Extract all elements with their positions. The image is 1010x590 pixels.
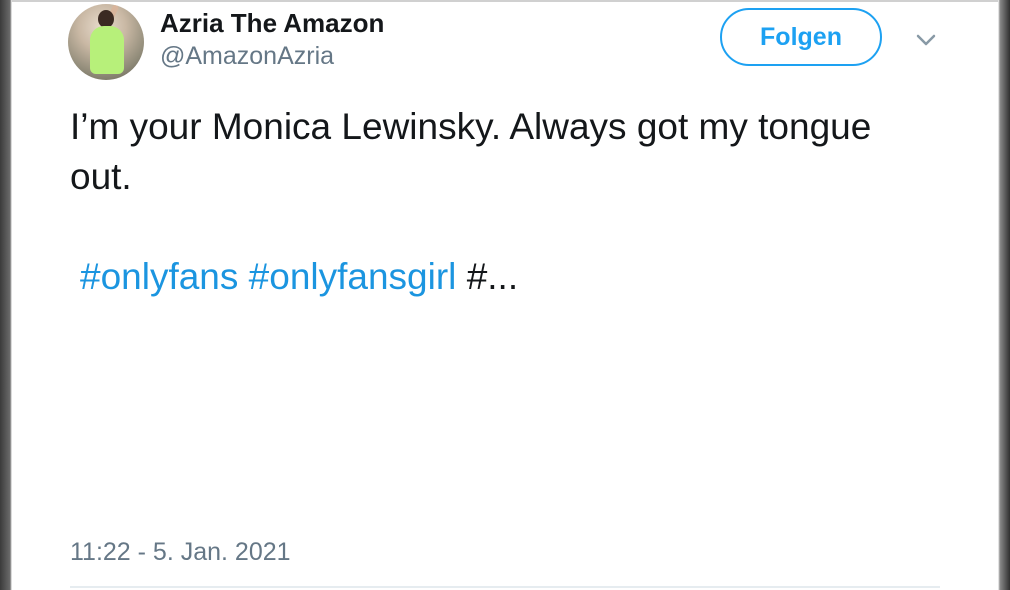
truncated-hashtag: #... (466, 256, 519, 297)
author-handle[interactable]: @AmazonAzria (160, 42, 334, 71)
hashtag-link[interactable]: #onlyfans (80, 256, 238, 297)
chevron-down-icon[interactable] (912, 26, 940, 54)
author-name[interactable]: Azria The Amazon (160, 8, 384, 39)
top-border (12, 0, 998, 2)
follow-button[interactable]: Folgen (720, 8, 882, 66)
tweet-text: I’m your Monica Lewinsky. Always got my … (70, 106, 872, 197)
divider (70, 586, 940, 588)
tweet-timestamp[interactable]: 11:22 - 5. Jan. 2021 (70, 538, 291, 567)
hashtag-link[interactable]: #onlyfansgirl (249, 256, 457, 297)
author-avatar[interactable] (68, 4, 144, 80)
tweet-hashtags: #onlyfans #onlyfansgirl #... (80, 252, 518, 302)
avatar-dress (90, 26, 124, 74)
